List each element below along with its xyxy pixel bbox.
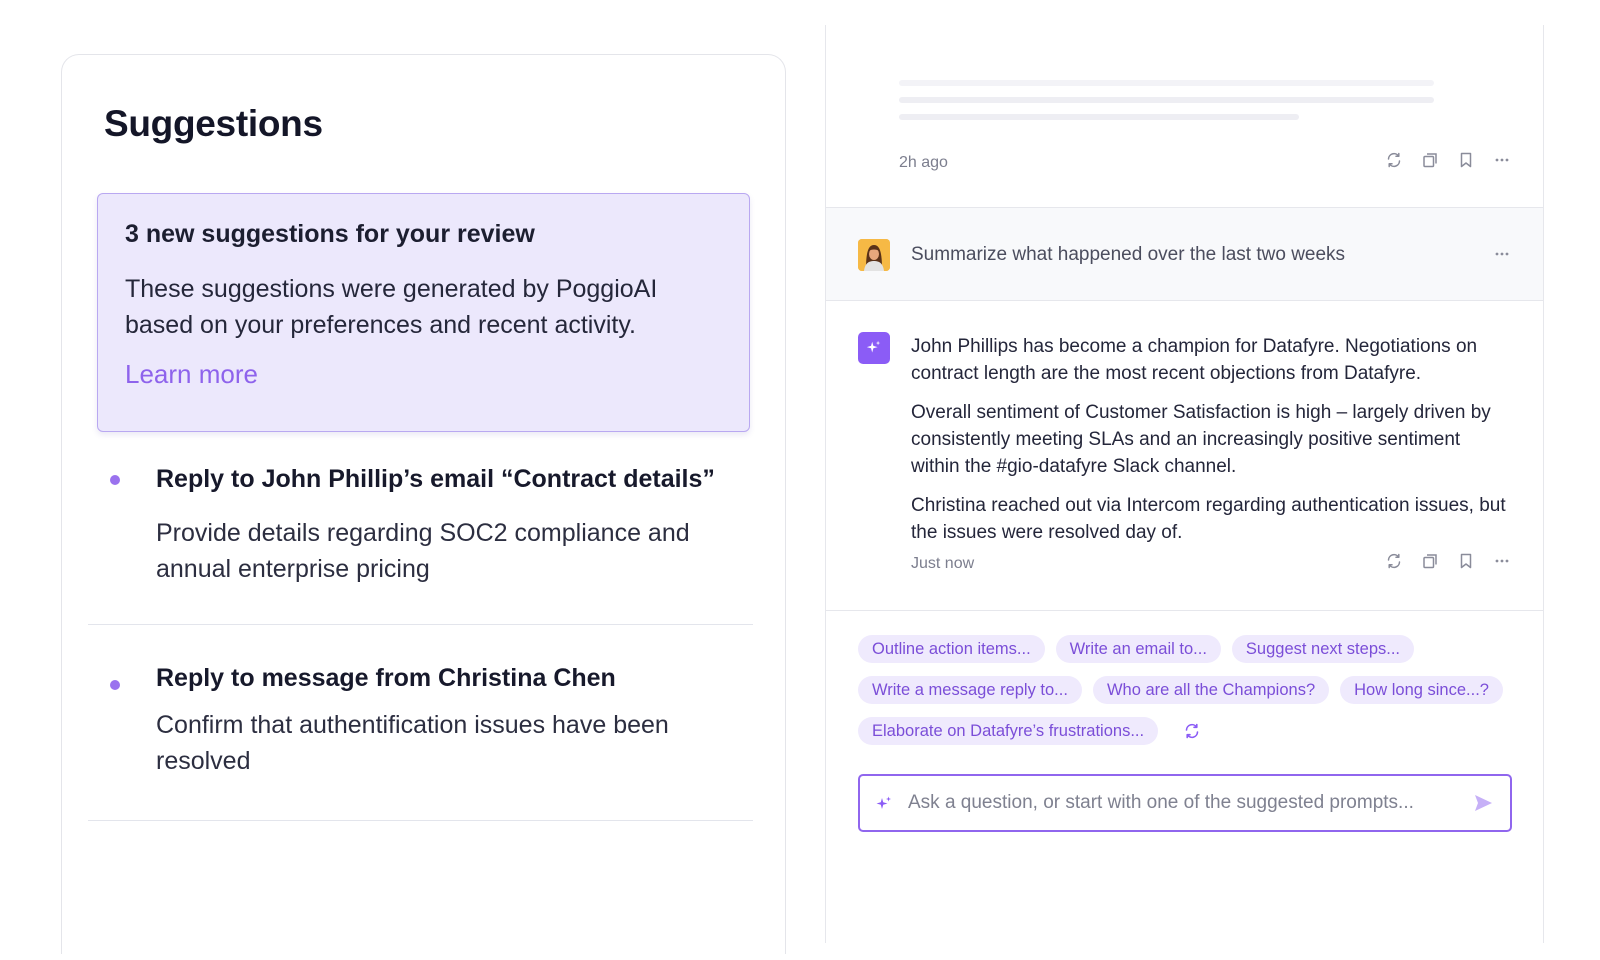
- ai-paragraph: Overall sentiment of Customer Satisfacti…: [911, 402, 1491, 477]
- prompt-chip[interactable]: How long since...?: [1340, 676, 1503, 704]
- prompt-chip[interactable]: Who are all the Champions?: [1092, 676, 1330, 704]
- prompt-chip[interactable]: Outline action items...: [858, 635, 1045, 663]
- bookmark-icon[interactable]: [1457, 552, 1475, 570]
- skeleton-line: [899, 80, 1434, 86]
- user-message-text: Summarize what happened over the last tw…: [911, 244, 1346, 265]
- bookmark-icon[interactable]: [1457, 151, 1475, 169]
- prompt-input-container: [858, 774, 1512, 832]
- prompt-input[interactable]: [908, 776, 1458, 830]
- notice-body: These suggestions were generated by Pogg…: [125, 275, 658, 339]
- message-actions: [1385, 552, 1511, 570]
- ai-message-body: John Phillips has become a champion for …: [911, 333, 1511, 558]
- send-icon[interactable]: [1472, 792, 1494, 814]
- suggestion-description: Confirm that authentification issues hav…: [156, 711, 669, 775]
- copy-icon[interactable]: [1421, 552, 1439, 570]
- skeleton-line: [899, 97, 1434, 103]
- prompt-chip[interactable]: Write a message reply to...: [858, 676, 1082, 704]
- learn-more-link[interactable]: Learn more: [125, 359, 258, 390]
- ai-paragraph: Christina reached out via Intercom regar…: [911, 495, 1506, 543]
- bullet-icon: [110, 475, 120, 485]
- suggestion-item[interactable]: Reply to message from Christina Chen Con…: [88, 655, 753, 821]
- more-icon[interactable]: [1493, 245, 1511, 263]
- ai-message: John Phillips has become a champion for …: [826, 301, 1543, 611]
- sparkle-icon: [866, 340, 881, 353]
- user-avatar: [858, 239, 890, 271]
- prompt-chip[interactable]: Elaborate on Datafyre’s frustrations...: [858, 717, 1159, 745]
- message-timestamp: Just now: [911, 555, 975, 572]
- bullet-icon: [110, 680, 120, 690]
- user-message: Summarize what happened over the last tw…: [826, 208, 1543, 301]
- message-timestamp: 2h ago: [899, 154, 948, 171]
- previous-message: 2h ago: [826, 25, 1543, 208]
- message-actions: [1385, 151, 1511, 169]
- refresh-prompts-icon[interactable]: [1181, 720, 1203, 742]
- suggestion-title: Reply to John Phillip’s email “Contract …: [156, 465, 715, 493]
- notice-title: 3 new suggestions for your review: [125, 220, 535, 248]
- sparkle-icon: [876, 796, 891, 809]
- suggestions-title: Suggestions: [104, 103, 323, 144]
- chat-panel: 2h ago Summarize what happened over the …: [825, 25, 1544, 943]
- regenerate-icon[interactable]: [1385, 151, 1403, 169]
- more-icon[interactable]: [1493, 552, 1511, 570]
- regenerate-icon[interactable]: [1385, 552, 1403, 570]
- prompt-chip[interactable]: Suggest next steps...: [1231, 635, 1414, 663]
- chip-row: Elaborate on Datafyre’s frustrations...: [858, 717, 1518, 745]
- skeleton-line: [899, 114, 1299, 120]
- suggested-prompts: Outline action items... Write an email t…: [858, 635, 1518, 758]
- suggestion-item[interactable]: Reply to John Phillip’s email “Contract …: [88, 457, 753, 625]
- review-notice: 3 new suggestions for your review These …: [97, 193, 750, 432]
- chip-row: Write a message reply to... Who are all …: [858, 676, 1518, 704]
- suggestion-description: Provide details regarding SOC2 complianc…: [156, 519, 690, 583]
- ai-avatar: [858, 332, 890, 364]
- suggestions-panel: Suggestions 3 new suggestions for your r…: [61, 54, 786, 954]
- message-actions: [1493, 245, 1511, 263]
- prompt-chip[interactable]: Write an email to...: [1055, 635, 1221, 663]
- chip-row: Outline action items... Write an email t…: [858, 635, 1518, 663]
- suggestion-title: Reply to message from Christina Chen: [156, 664, 616, 692]
- ai-paragraph: John Phillips has become a champion for …: [911, 336, 1478, 384]
- more-icon[interactable]: [1493, 151, 1511, 169]
- copy-icon[interactable]: [1421, 151, 1439, 169]
